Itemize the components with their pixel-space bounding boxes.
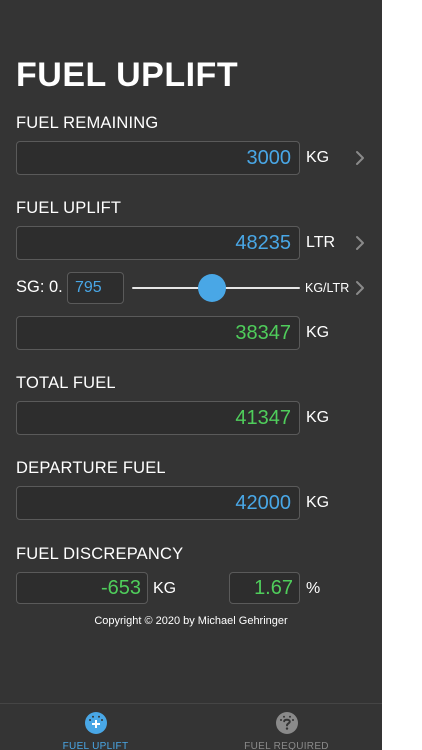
fuel-uplift-label: FUEL UPLIFT — [16, 199, 122, 217]
fuel-uplift-field[interactable]: 48235 — [16, 226, 300, 260]
tab-fuel-uplift-label: FUEL UPLIFT — [62, 741, 129, 750]
fuel-remaining-chevron-right-icon[interactable] — [354, 150, 366, 166]
fuel-uplift-chevron-right-icon[interactable] — [354, 235, 366, 251]
discrepancy-percent-value: 1.67 — [254, 577, 293, 599]
fuel-remaining-field[interactable]: 3000 — [16, 141, 300, 175]
total-fuel-label: TOTAL FUEL — [16, 374, 116, 392]
fuel-discrepancy-label: FUEL DISCREPANCY — [16, 545, 184, 563]
tab-bar: FUEL UPLIFT FUEL REQUIRED — [0, 703, 382, 750]
fuel-remaining-value: 3000 — [246, 147, 292, 169]
sg-slider[interactable] — [132, 274, 300, 302]
uplift-mass-value: 38347 — [235, 322, 291, 344]
discrepancy-percent-field: 1.67 — [229, 572, 300, 604]
tab-fuel-required[interactable]: FUEL REQUIRED — [191, 704, 382, 750]
fuel-gauge-question-icon — [275, 711, 299, 735]
discrepancy-kg-unit: KG — [153, 580, 177, 597]
tab-fuel-uplift[interactable]: FUEL UPLIFT — [0, 704, 191, 750]
discrepancy-kg-value: -653 — [100, 577, 141, 599]
uplift-mass-unit: KG — [306, 324, 330, 341]
departure-fuel-unit: KG — [306, 494, 330, 511]
departure-fuel-field[interactable]: 42000 — [16, 486, 300, 520]
discrepancy-percent-unit: % — [306, 580, 321, 597]
sg-slider-thumb[interactable] — [197, 274, 226, 302]
total-fuel-field: 41347 — [16, 401, 300, 435]
sg-unit: KG/LTR — [305, 281, 350, 295]
uplift-mass-field: 38347 — [16, 316, 300, 350]
total-fuel-unit: KG — [306, 409, 330, 426]
sg-value: 795 — [75, 279, 102, 296]
departure-fuel-value: 42000 — [235, 492, 291, 514]
fuel-gauge-plus-icon — [84, 711, 108, 735]
right-blank-area — [382, 0, 422, 750]
sg-chevron-right-icon[interactable] — [354, 280, 366, 296]
fuel-uplift-screen: FUEL UPLIFT FUEL REMAINING 3000 KG FUEL … — [0, 0, 382, 750]
page-title: FUEL UPLIFT — [16, 56, 239, 94]
sg-label: SG: 0. — [16, 278, 63, 296]
fuel-uplift-value: 48235 — [235, 232, 291, 254]
copyright-text: Copyright © 2020 by Michael Gehringer — [94, 615, 288, 627]
departure-fuel-label: DEPARTURE FUEL — [16, 459, 166, 477]
fuel-uplift-unit: LTR — [306, 234, 336, 251]
sg-input[interactable]: 795 — [67, 272, 124, 304]
fuel-remaining-unit: KG — [306, 149, 330, 166]
total-fuel-value: 41347 — [235, 407, 291, 429]
fuel-remaining-label: FUEL REMAINING — [16, 114, 159, 132]
tab-fuel-required-label: FUEL REQUIRED — [244, 741, 329, 750]
discrepancy-kg-field: -653 — [16, 572, 148, 604]
